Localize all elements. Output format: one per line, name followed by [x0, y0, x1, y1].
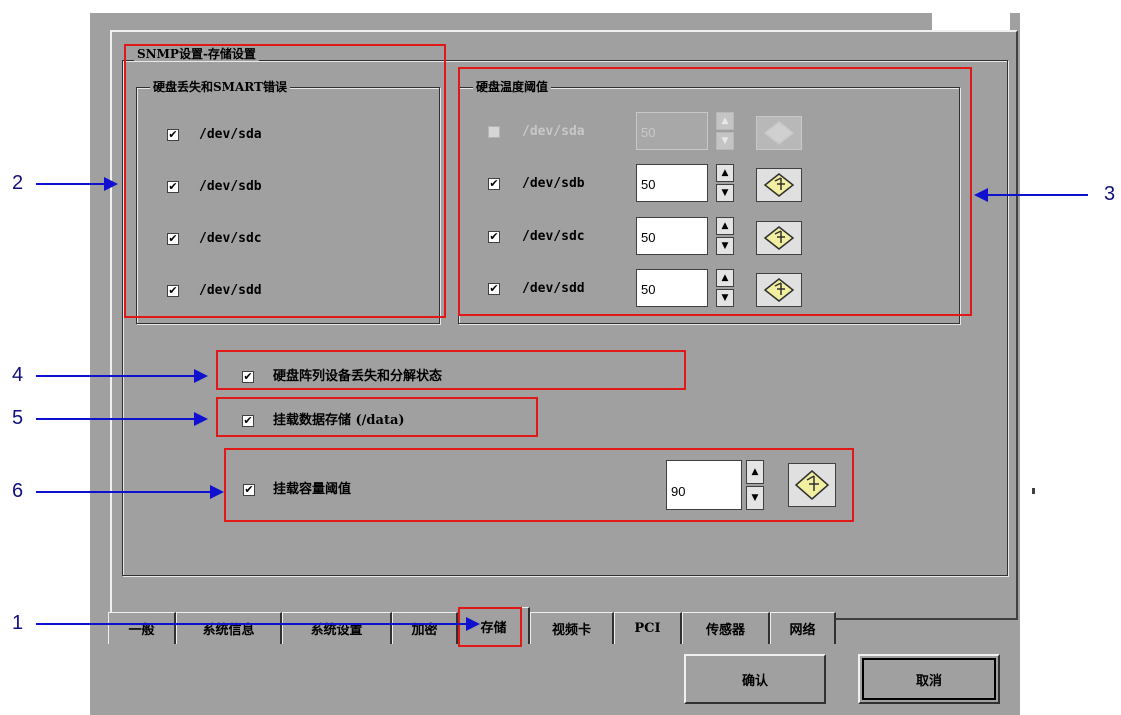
tab-system-settings[interactable]: 系统设置	[282, 612, 392, 644]
cancel-button[interactable]: 取消	[858, 654, 1000, 704]
sdb-temp-down-icon[interactable]: ▼	[716, 184, 734, 202]
sdb-temp-apply-button[interactable]	[756, 168, 802, 202]
sdb-temp-checkbox[interactable]: ✔	[488, 178, 500, 190]
sda-temp-down-icon: ▼	[716, 132, 734, 150]
callout-label-4: 4	[12, 364, 24, 386]
callout-label-5: 5	[12, 407, 24, 429]
disk-loss-group	[136, 87, 440, 324]
sdc-temp-label: /dev/sdc	[522, 229, 585, 244]
callout-arrow-3	[974, 188, 1088, 202]
sdb-temp-field[interactable]: 50	[636, 164, 708, 202]
sda-temp-up-icon: ▲	[716, 112, 734, 130]
tab-pci[interactable]: PCI	[614, 612, 682, 644]
capacity-spinner[interactable]: ▲ ▼	[746, 460, 764, 510]
sdc-temp-checkbox[interactable]: ✔	[488, 231, 500, 243]
apply-pointer-icon	[763, 278, 795, 302]
sdd-loss-label: /dev/sdd	[199, 283, 262, 298]
apply-pointer-icon	[763, 121, 795, 145]
snmp-storage-legend: SNMP设置-存储设置	[134, 47, 259, 61]
sdc-temp-up-icon[interactable]: ▲	[716, 217, 734, 235]
callout-label-3: 3	[1104, 183, 1116, 205]
tab-video-card[interactable]: 视频卡	[530, 612, 614, 644]
callout-arrow-6	[36, 485, 224, 499]
sdc-loss-label: /dev/sdc	[199, 231, 262, 246]
sdb-temp-label: /dev/sdb	[522, 176, 585, 191]
disk-loss-legend: 硬盘丢失和SMART错误	[150, 80, 290, 94]
callout-label-1: 1	[12, 612, 24, 634]
sdd-temp-checkbox[interactable]: ✔	[488, 283, 500, 295]
apply-pointer-icon	[794, 470, 830, 500]
mount-label: 挂载数据存储 (/data)	[273, 413, 405, 428]
sdd-temp-down-icon[interactable]: ▼	[716, 289, 734, 307]
sda-temp-field: 50	[636, 112, 708, 150]
callout-label-2: 2	[12, 172, 24, 194]
tab-network[interactable]: 网络	[770, 612, 836, 644]
capacity-field[interactable]: 90	[666, 460, 742, 510]
ok-button[interactable]: 确认	[684, 654, 826, 704]
sdd-temp-apply-button[interactable]	[756, 273, 802, 307]
tab-sensors[interactable]: 传感器	[682, 612, 770, 644]
capacity-label: 挂载容量阈值	[273, 482, 352, 497]
sda-temp-checkbox	[488, 126, 500, 138]
callout-label-6: 6	[12, 480, 24, 502]
sda-temp-spinner: ▲ ▼	[716, 112, 734, 150]
sdb-temp-spinner[interactable]: ▲ ▼	[716, 164, 734, 202]
callout-arrow-1	[36, 617, 480, 631]
window-notch	[932, 0, 1010, 30]
tab-system-info[interactable]: 系统信息	[176, 612, 282, 644]
sdb-temp-up-icon[interactable]: ▲	[716, 164, 734, 182]
sdd-loss-checkbox[interactable]: ✔	[167, 285, 179, 297]
sdd-temp-field[interactable]: 50	[636, 269, 708, 307]
sdb-loss-label: /dev/sdb	[199, 179, 262, 194]
sdd-temp-up-icon[interactable]: ▲	[716, 269, 734, 287]
tab-encryption[interactable]: 加密	[392, 612, 458, 644]
callout-arrow-5	[36, 412, 208, 426]
sdc-temp-apply-button[interactable]	[756, 221, 802, 255]
capacity-down-icon[interactable]: ▼	[746, 486, 764, 510]
apply-pointer-icon	[763, 226, 795, 250]
sdc-temp-down-icon[interactable]: ▼	[716, 237, 734, 255]
raid-label: 硬盘阵列设备丢失和分解状态	[273, 369, 443, 384]
sdc-temp-spinner[interactable]: ▲ ▼	[716, 217, 734, 255]
sdb-loss-checkbox[interactable]: ✔	[167, 181, 179, 193]
sdc-loss-checkbox[interactable]: ✔	[167, 233, 179, 245]
mount-checkbox[interactable]: ✔	[242, 415, 254, 427]
callout-arrow-2	[36, 177, 118, 191]
sda-loss-checkbox[interactable]: ✔	[167, 129, 179, 141]
capacity-apply-button[interactable]	[788, 463, 836, 507]
apply-pointer-icon	[763, 173, 795, 197]
capacity-checkbox[interactable]: ✔	[243, 484, 255, 496]
edge-mark	[1032, 488, 1035, 494]
sdd-temp-spinner[interactable]: ▲ ▼	[716, 269, 734, 307]
tab-general[interactable]: 一般	[108, 612, 176, 644]
raid-checkbox[interactable]: ✔	[242, 371, 254, 383]
sdd-temp-label: /dev/sdd	[522, 281, 585, 296]
sda-temp-label: /dev/sda	[522, 124, 585, 139]
callout-arrow-4	[36, 369, 208, 383]
capacity-up-icon[interactable]: ▲	[746, 460, 764, 484]
disk-temp-legend: 硬盘温度阈值	[473, 80, 552, 94]
sda-temp-apply-button	[756, 116, 802, 150]
sda-loss-label: /dev/sda	[199, 127, 262, 142]
sdc-temp-field[interactable]: 50	[636, 217, 708, 255]
